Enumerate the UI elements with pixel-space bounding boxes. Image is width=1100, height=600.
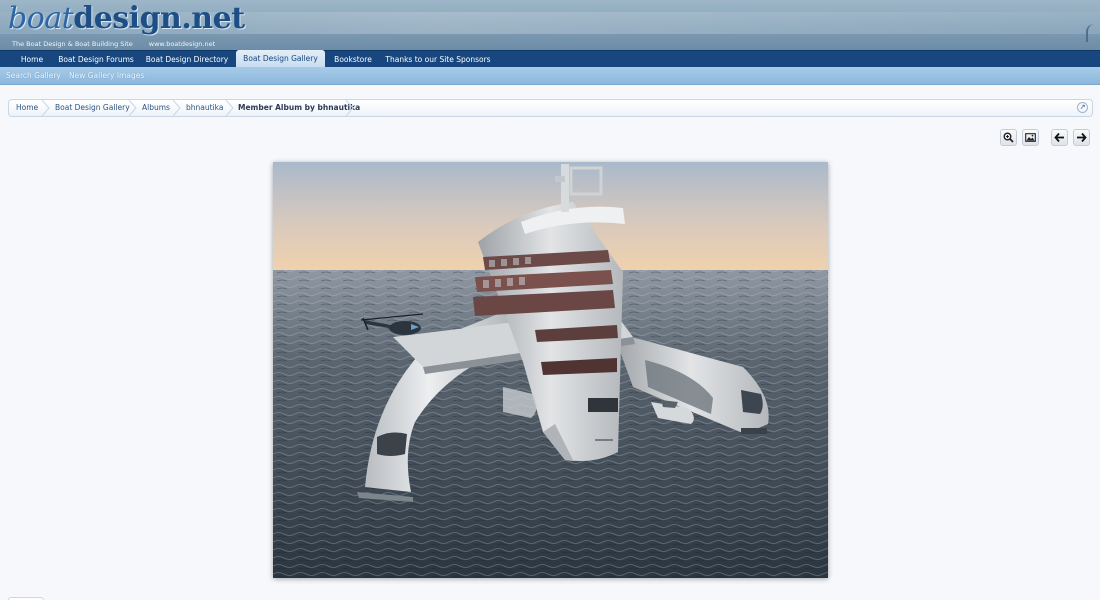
breadcrumb-member[interactable]: bhnautika — [186, 100, 223, 116]
logo-suffix: design.net — [73, 1, 245, 36]
main-navigation: Home Boat Design Forums Boat Design Dire… — [0, 50, 1100, 68]
logo-url-text: www.boatdesign.net — [148, 40, 216, 48]
nav-tab-bookstore[interactable]: Bookstore — [331, 51, 375, 68]
breadcrumb-albums[interactable]: Albums — [142, 100, 170, 116]
arrow-right-icon — [1077, 132, 1087, 143]
gallery-subnav: Search Gallery New Gallery Images — [0, 67, 1100, 85]
site-logo[interactable]: boatdesign.net The Boat Design & Boat Bu… — [8, 2, 245, 49]
breadcrumb-jump-icon[interactable]: ↗ — [1077, 102, 1088, 113]
next-image-button[interactable] — [1073, 129, 1090, 146]
view-image-button[interactable] — [1022, 129, 1039, 146]
nav-tab-directory[interactable]: Boat Design Directory — [142, 51, 232, 68]
arrow-left-icon — [1054, 132, 1064, 143]
breadcrumb-current-album: Member Album by bhnautika — [238, 103, 361, 112]
breadcrumb-separator — [345, 100, 355, 116]
breadcrumb: Home Boat Design Gallery Albums bhnautik… — [8, 99, 1093, 117]
gallery-image[interactable] — [273, 162, 828, 578]
yacht-render — [273, 162, 828, 578]
tagline-text: The Boat Design & Boat Building Site — [12, 40, 133, 48]
nav-tab-sponsors[interactable]: Thanks to our Site Sponsors — [384, 51, 492, 68]
breadcrumb-separator — [128, 100, 138, 116]
previous-image-button[interactable] — [1051, 129, 1068, 146]
logo-tagline: The Boat Design & Boat Building Site www.… — [12, 40, 215, 48]
breadcrumb-separator — [172, 100, 182, 116]
site-header-banner: boatdesign.net The Boat Design & Boat Bu… — [0, 0, 1100, 50]
new-gallery-images-link[interactable]: New Gallery Images — [69, 67, 144, 85]
banner-mast-graphic — [1086, 24, 1094, 42]
nav-tab-forums[interactable]: Boat Design Forums — [56, 51, 136, 68]
breadcrumb-home[interactable]: Home — [16, 100, 38, 116]
zoom-in-icon — [1003, 132, 1014, 143]
logo-wordmark: boatdesign.net — [8, 2, 245, 36]
nav-tab-home[interactable]: Home — [10, 51, 54, 68]
breadcrumb-separator — [41, 100, 51, 116]
breadcrumb-gallery[interactable]: Boat Design Gallery — [55, 100, 130, 116]
logo-prefix: boat — [8, 1, 74, 36]
nav-tab-gallery[interactable]: Boat Design Gallery — [236, 50, 325, 68]
search-gallery-link[interactable]: Search Gallery — [6, 67, 61, 85]
image-icon — [1025, 133, 1036, 142]
breadcrumb-separator — [225, 100, 235, 116]
zoom-in-button[interactable] — [1000, 129, 1017, 146]
